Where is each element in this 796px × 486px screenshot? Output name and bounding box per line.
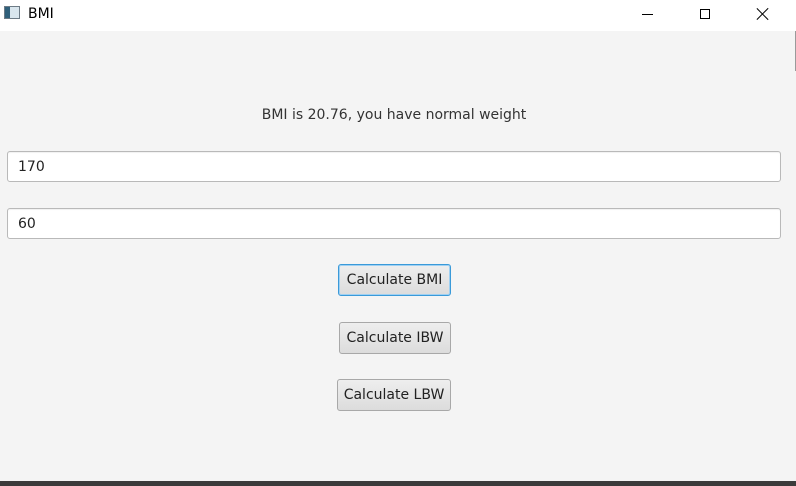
- minimize-button[interactable]: [624, 0, 670, 28]
- title-bar[interactable]: BMI: [0, 0, 796, 31]
- maximize-button[interactable]: [682, 0, 728, 28]
- window-title: BMI: [28, 6, 54, 22]
- app-window: BMI BMI is 20.76, you have normal weight…: [0, 0, 796, 486]
- close-icon: [756, 7, 770, 21]
- calculate-lbw-button[interactable]: Calculate LBW: [337, 379, 451, 411]
- app-icon: [4, 6, 20, 19]
- calculate-bmi-button[interactable]: Calculate BMI: [338, 264, 451, 296]
- close-button[interactable]: [740, 0, 786, 28]
- taskbar-edge: [0, 481, 796, 486]
- height-input[interactable]: [7, 151, 781, 182]
- calculate-ibw-button[interactable]: Calculate IBW: [339, 322, 451, 354]
- bmi-result-label: BMI is 20.76, you have normal weight: [261, 107, 527, 123]
- weight-input[interactable]: [7, 208, 781, 239]
- maximize-icon: [700, 9, 710, 19]
- minimize-icon: [641, 13, 653, 15]
